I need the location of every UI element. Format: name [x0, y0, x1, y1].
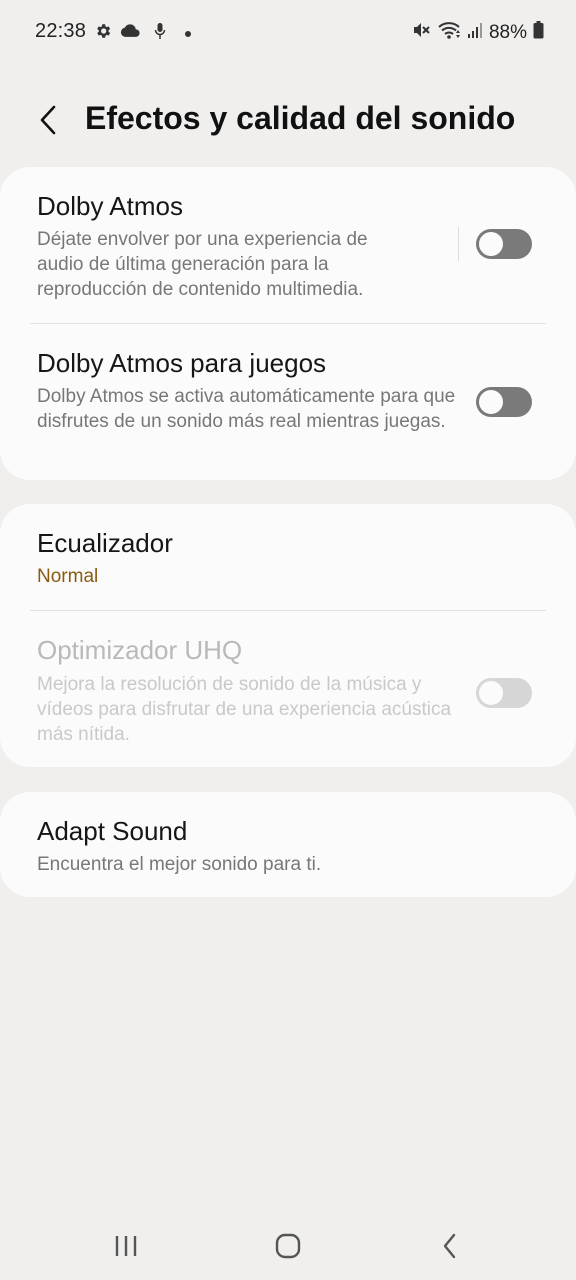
- chevron-left-icon: [40, 105, 56, 135]
- row-description: Dolby Atmos se activa automáticamente pa…: [37, 386, 456, 432]
- signal-icon: [467, 21, 483, 44]
- recents-button[interactable]: [96, 1224, 156, 1268]
- mic-icon: [154, 22, 166, 45]
- battery-icon: [533, 21, 544, 44]
- adapt-sound-row[interactable]: Adapt Sound Encuentra el mejor sonido pa…: [0, 792, 576, 897]
- uhq-optimizer-toggle: [476, 678, 532, 708]
- row-title: Ecualizador: [37, 528, 173, 558]
- dot-icon: [184, 25, 192, 43]
- settings-card-dolby: Dolby Atmos Déjate envolver por una expe…: [0, 167, 576, 480]
- wifi-icon: [437, 20, 461, 45]
- row-title: Adapt Sound: [37, 816, 188, 846]
- back-button[interactable]: [30, 100, 66, 140]
- dolby-atmos-row[interactable]: Dolby Atmos Déjate envolver por una expe…: [0, 167, 576, 323]
- uhq-optimizer-row: Optimizador UHQ Mejora la resolución de …: [0, 611, 576, 767]
- toggle-knob: [477, 230, 505, 258]
- row-description: Déjate envolver por una experiencia de a…: [37, 229, 368, 300]
- back-icon: [443, 1233, 456, 1259]
- settings-card-equalizer: Ecualizador Normal Optimizador UHQ Mejor…: [0, 504, 576, 767]
- page-title: Efectos y calidad del sonido: [85, 100, 516, 136]
- dolby-atmos-toggle[interactable]: [476, 229, 532, 259]
- toggle-knob: [477, 679, 505, 707]
- row-title: Dolby Atmos para juegos: [37, 348, 327, 378]
- row-description: Encuentra el mejor sonido para ti.: [37, 854, 322, 875]
- status-bar: 22:38 88%: [0, 0, 576, 64]
- equalizer-value: Normal: [37, 566, 99, 587]
- home-icon: [275, 1233, 301, 1259]
- settings-card-adapt-sound: Adapt Sound Encuentra el mejor sonido pa…: [0, 792, 576, 897]
- battery-percent: 88%: [488, 21, 527, 43]
- vertical-divider: [458, 227, 459, 261]
- gear-icon: [94, 22, 112, 45]
- status-right: 88%: [411, 20, 544, 45]
- equalizer-row[interactable]: Ecualizador Normal: [0, 504, 576, 610]
- mute-icon: [411, 20, 431, 45]
- home-button[interactable]: [258, 1224, 318, 1268]
- row-title: Optimizador UHQ: [37, 635, 243, 665]
- status-time: 22:38: [35, 20, 87, 42]
- row-title: Dolby Atmos: [37, 191, 183, 221]
- nav-back-button[interactable]: [420, 1224, 480, 1268]
- cloud-icon: [120, 23, 140, 44]
- dolby-atmos-games-toggle[interactable]: [476, 387, 532, 417]
- navigation-bar: [0, 1210, 576, 1280]
- toggle-knob: [477, 388, 505, 416]
- status-left-icons: [94, 22, 192, 45]
- header: Efectos y calidad del sonido: [0, 90, 576, 150]
- row-description: Mejora la resolución de sonido de la mús…: [37, 674, 452, 745]
- dolby-atmos-games-row[interactable]: Dolby Atmos para juegos Dolby Atmos se a…: [0, 324, 576, 480]
- recents-icon: [115, 1236, 137, 1256]
